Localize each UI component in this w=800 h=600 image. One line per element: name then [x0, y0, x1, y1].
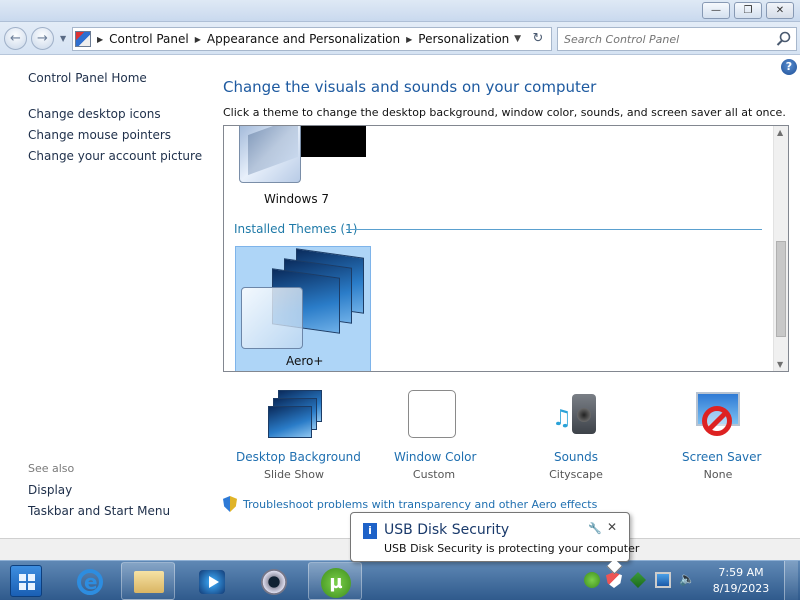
taskbar-start-menu-link[interactable]: Taskbar and Start Menu: [28, 504, 170, 518]
balloon-message: USB Disk Security is protecting your com…: [384, 542, 640, 555]
start-button[interactable]: [10, 565, 42, 597]
page-title: Change the visuals and sounds on your co…: [223, 78, 597, 96]
theme-list[interactable]: Windows 7 Installed Themes (1) Aero+ ▲ ▼: [223, 125, 789, 372]
maximize-button[interactable]: ❐: [734, 2, 762, 19]
breadcrumb-arrow-icon[interactable]: ▶: [97, 35, 103, 44]
control-panel-home-link[interactable]: Control Panel Home: [28, 71, 147, 85]
instruction-text: Click a theme to change the desktop back…: [223, 106, 786, 119]
change-desktop-icons-link[interactable]: Change desktop icons: [28, 107, 161, 121]
option-value: Slide Show: [263, 468, 325, 481]
window-color-icon: [408, 390, 460, 442]
option-title[interactable]: Screen Saver: [682, 450, 761, 464]
change-mouse-pointers-link[interactable]: Change mouse pointers: [28, 128, 171, 142]
breadcrumb-personalization[interactable]: Personalization: [418, 32, 509, 46]
theme-preview-black: [299, 126, 366, 157]
minimize-button[interactable]: —: [702, 2, 730, 19]
system-clock[interactable]: 7:59 AM 8/19/2023: [706, 565, 776, 597]
scroll-up-icon[interactable]: ▲: [777, 128, 783, 137]
theme-aero-plus[interactable]: Aero+: [235, 246, 371, 371]
option-value: Custom: [412, 468, 456, 481]
option-title[interactable]: Window Color: [394, 450, 476, 464]
taskbar-windows-explorer[interactable]: [121, 562, 175, 600]
option-title[interactable]: Sounds: [546, 450, 606, 464]
refresh-icon[interactable]: ↻: [529, 30, 547, 48]
address-dropdown-icon[interactable]: ▼: [514, 34, 521, 44]
see-also-heading: See also: [28, 462, 75, 475]
theme-list-scrollbar[interactable]: ▲ ▼: [773, 126, 788, 371]
info-icon: i: [363, 523, 377, 539]
folder-icon: [134, 571, 164, 593]
theme-windows7-label[interactable]: Windows 7: [264, 192, 329, 206]
screen-saver-icon: [692, 390, 744, 442]
scroll-down-icon[interactable]: ▼: [777, 360, 783, 369]
utorrent-icon: µ: [321, 568, 351, 598]
breadcrumb-appearance[interactable]: Appearance and Personalization: [207, 32, 400, 46]
sounds-option[interactable]: ♫ Sounds Cityscape: [546, 390, 606, 481]
help-icon[interactable]: ?: [781, 59, 797, 75]
taskbar-media-player[interactable]: [184, 562, 238, 600]
control-panel-icon: [75, 31, 91, 47]
troubleshoot-link[interactable]: Troubleshoot problems with transparency …: [223, 496, 597, 512]
search-icon[interactable]: [776, 31, 792, 47]
section-divider: [346, 229, 762, 230]
option-title[interactable]: Desktop Background: [236, 450, 361, 464]
title-bar: — ❐ ✕: [0, 0, 800, 22]
troubleshoot-link-text[interactable]: Troubleshoot problems with transparency …: [243, 498, 597, 511]
option-value: None: [703, 468, 733, 481]
address-bar: ← → ▼ ▶ Control Panel ▶ Appearance and P…: [0, 22, 800, 55]
theme-preview-glass: [241, 287, 303, 349]
show-desktop-button[interactable]: [784, 561, 798, 600]
volume-muted-icon[interactable]: 🔈: [679, 572, 695, 588]
notification-balloon[interactable]: i USB Disk Security USB Disk Security is…: [350, 512, 639, 562]
search-input[interactable]: [558, 28, 768, 50]
scrollbar-thumb[interactable]: [776, 241, 786, 337]
media-player-icon: [199, 570, 225, 594]
internet-explorer-icon: [77, 569, 103, 595]
utorrent-tray-icon[interactable]: [584, 572, 600, 588]
clock-time: 7:59 AM: [718, 566, 764, 579]
recent-pages-dropdown[interactable]: ▼: [60, 34, 68, 43]
search-box[interactable]: [557, 27, 797, 51]
breadcrumb-control-panel[interactable]: Control Panel: [109, 32, 189, 46]
desktop-background-option[interactable]: Desktop Background Slide Show: [236, 390, 361, 481]
close-button[interactable]: ✕: [766, 2, 794, 19]
display-link[interactable]: Display: [28, 483, 72, 497]
balloon-title: USB Disk Security: [384, 522, 510, 538]
breadcrumb[interactable]: ▶ Control Panel ▶ Appearance and Persona…: [72, 27, 552, 51]
sounds-icon: ♫: [550, 390, 602, 442]
screen-saver-option[interactable]: Screen Saver None: [682, 390, 761, 481]
breadcrumb-arrow-icon[interactable]: ▶: [195, 35, 201, 44]
network-tray-icon[interactable]: [655, 572, 671, 588]
shield-icon: [223, 496, 237, 512]
option-value: Cityscape: [549, 468, 603, 481]
theme-windows7[interactable]: [239, 126, 366, 185]
theme-preview-glass: [239, 126, 301, 183]
theme-aero-plus-label[interactable]: Aero+: [286, 354, 323, 368]
taskbar-internet-explorer[interactable]: [62, 562, 116, 600]
taskbar-webcam[interactable]: [246, 562, 300, 600]
desktop-background-icon: [268, 390, 322, 442]
taskbar-utorrent[interactable]: µ: [308, 562, 362, 600]
change-account-picture-link[interactable]: Change your account picture: [28, 149, 202, 163]
back-button[interactable]: ←: [4, 27, 27, 50]
installed-themes-heading: Installed Themes (1): [234, 222, 358, 236]
wrench-icon[interactable]: 🔧: [588, 522, 602, 535]
window-color-option[interactable]: Window Color Custom: [394, 390, 476, 481]
breadcrumb-arrow-icon[interactable]: ▶: [406, 35, 412, 44]
webcam-icon: [261, 569, 287, 595]
forward-button[interactable]: →: [31, 27, 54, 50]
clock-date: 8/19/2023: [712, 582, 770, 595]
close-icon[interactable]: ✕: [607, 520, 617, 534]
